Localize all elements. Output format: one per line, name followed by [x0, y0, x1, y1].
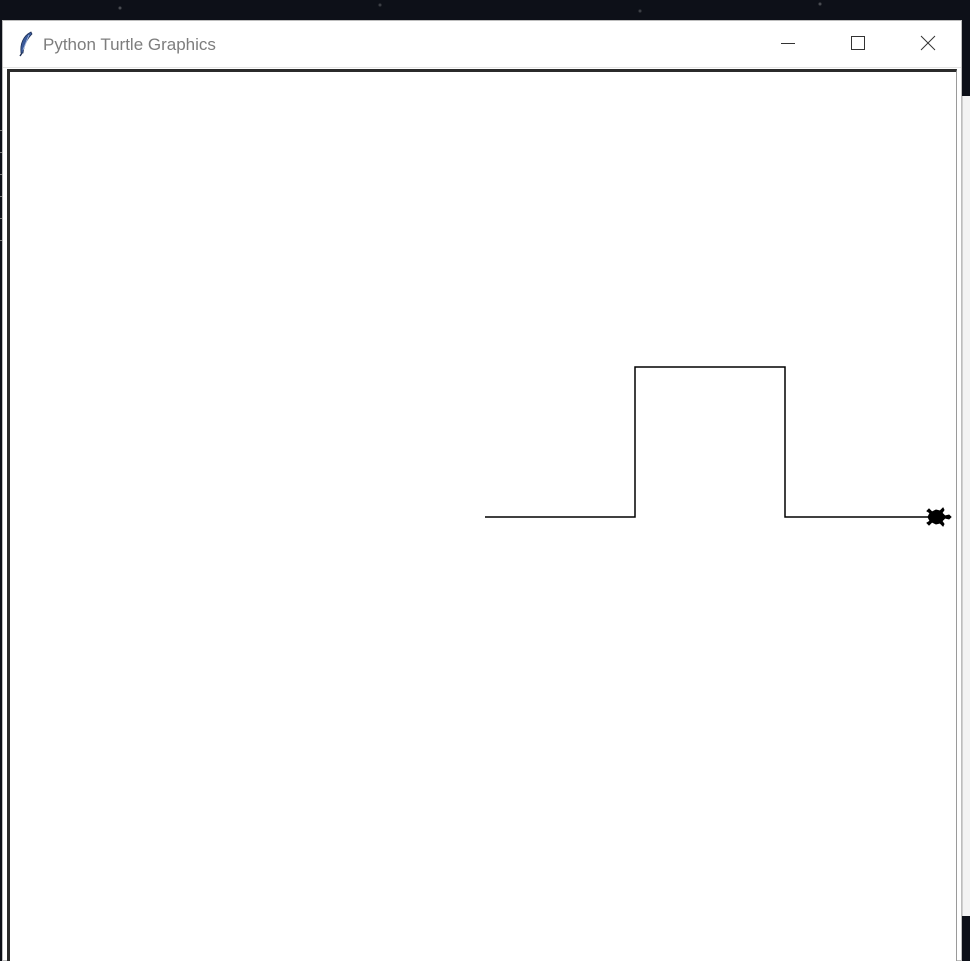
close-button[interactable]: [893, 21, 963, 65]
maximize-icon: [851, 36, 865, 50]
turtle-cursor-icon: [926, 507, 952, 527]
window-title: Python Turtle Graphics: [43, 35, 216, 54]
turtle-canvas-area[interactable]: [7, 69, 957, 961]
turtle-drawn-path: [485, 366, 935, 518]
title-bar[interactable]: Python Turtle Graphics: [3, 21, 961, 68]
close-icon: [920, 35, 936, 51]
minimize-icon: [781, 43, 795, 44]
minimize-button[interactable]: [753, 21, 823, 65]
maximize-button[interactable]: [823, 21, 893, 65]
background-window-edge: [962, 96, 970, 916]
turtle-canvas[interactable]: [10, 72, 956, 961]
turtle-shape: [926, 507, 952, 527]
feather-icon: [19, 31, 33, 57]
turtle-window: Python Turtle Graphics: [2, 20, 962, 961]
